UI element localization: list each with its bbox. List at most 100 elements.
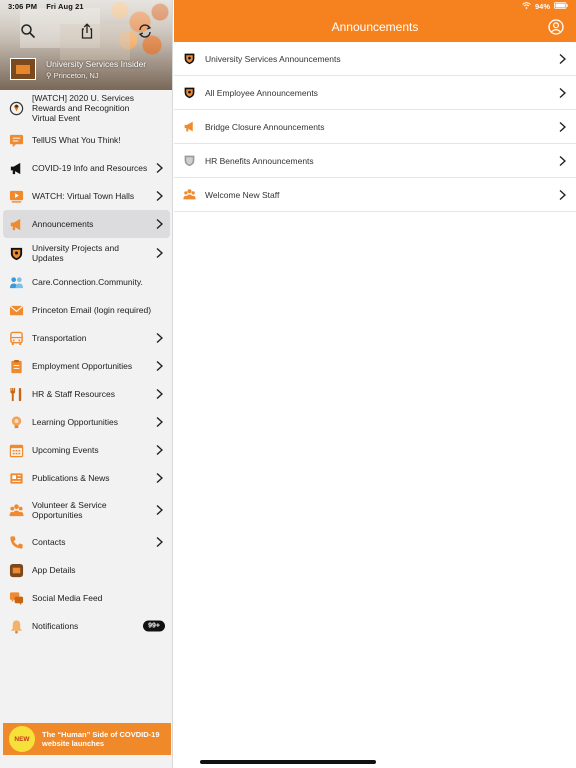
- sidebar-item-transportation[interactable]: Transportation: [0, 324, 172, 352]
- chevron-right-icon: [156, 444, 163, 456]
- chevron-right-icon: [156, 416, 163, 428]
- megaphone-icon: [8, 160, 24, 176]
- sidebar-item-social-feed[interactable]: Social Media Feed: [0, 584, 172, 612]
- list-item-bridge-closure[interactable]: Bridge Closure Announcements: [174, 110, 576, 144]
- account-icon[interactable]: [548, 19, 564, 35]
- sidebar-item-email[interactable]: Princeton Email (login required): [0, 296, 172, 324]
- sidebar-item-label: Care.Connection.Community.: [32, 277, 143, 287]
- sidebar-item-learning[interactable]: Learning Opportunities: [0, 408, 172, 436]
- new-badge: NEW: [9, 726, 35, 752]
- main-panel: 94% Announcements University Services An…: [174, 0, 576, 768]
- search-icon[interactable]: [20, 23, 36, 39]
- sidebar-item-covid[interactable]: COVID-19 Info and Resources: [0, 154, 172, 182]
- shield-icon: [182, 86, 196, 100]
- sidebar-item-label: App Details: [32, 565, 76, 575]
- app-name: University Services Insider: [46, 58, 147, 69]
- page-title: Announcements: [331, 20, 419, 34]
- sidebar-nav: [WATCH] 2020 U. Services Rewards and Rec…: [0, 90, 172, 640]
- chevron-right-icon: [559, 53, 566, 64]
- notification-count-badge: 99+: [143, 620, 165, 632]
- location-text: Princeton, NJ: [53, 70, 99, 80]
- sidebar-item-label: [WATCH] 2020 U. Services Rewards and Rec…: [32, 93, 135, 123]
- sidebar-item-label: Contacts: [32, 537, 66, 547]
- sidebar-item-employment[interactable]: Employment Opportunities: [0, 352, 172, 380]
- sidebar-item-label: Social Media Feed: [32, 593, 103, 603]
- group-icon: [182, 188, 196, 202]
- chevron-right-icon: [559, 121, 566, 132]
- share-icon[interactable]: [79, 23, 95, 39]
- tools-icon: [8, 386, 24, 402]
- social-icon: [8, 590, 24, 606]
- community-icon: [8, 274, 24, 290]
- sidebar-item-label: Announcements: [32, 219, 94, 229]
- list-item-label: All Employee Announcements: [205, 87, 318, 98]
- sidebar-item-care-connection[interactable]: Care.Connection.Community.: [0, 268, 172, 296]
- sidebar-item-town-halls[interactable]: WATCH: Virtual Town Halls: [0, 182, 172, 210]
- sidebar-item-app-details[interactable]: App Details: [0, 556, 172, 584]
- sidebar-item-hr-resources[interactable]: HR & Staff Resources: [0, 380, 172, 408]
- wifi-icon: [522, 2, 531, 11]
- list-item-label: Bridge Closure Announcements: [205, 121, 325, 132]
- sidebar-item-label: Transportation: [32, 333, 87, 343]
- sidebar-item-label: Princeton Email (login required): [32, 305, 152, 315]
- chat-icon: [8, 132, 24, 148]
- main-header: 94% Announcements: [174, 0, 576, 42]
- status-bar-right: 94%: [522, 2, 568, 11]
- sidebar-item-volunteer[interactable]: Volunteer & Service Opportunities: [0, 492, 172, 528]
- promo-banner[interactable]: NEW The “Human” Side of COVDID-19 websit…: [3, 723, 171, 755]
- sidebar-item-label: Notifications: [32, 621, 79, 631]
- sidebar-item-events[interactable]: Upcoming Events: [0, 436, 172, 464]
- sidebar-item-projects[interactable]: University Projects and Updates: [0, 238, 172, 268]
- chevron-right-icon: [156, 472, 163, 484]
- sidebar-item-label: TellUS What You Think!: [32, 135, 121, 145]
- phone-icon: [8, 534, 24, 550]
- app-location: ⚲ Princeton, NJ: [46, 70, 99, 80]
- newspaper-icon: [8, 470, 24, 486]
- status-date: Fri Aug 21: [46, 2, 84, 11]
- chevron-right-icon: [156, 332, 163, 344]
- chevron-right-icon: [156, 162, 163, 174]
- chevron-right-icon: [156, 190, 163, 202]
- chevron-right-icon: [156, 388, 163, 400]
- sidebar-item-label: University Projects and Updates: [32, 243, 119, 263]
- home-indicator[interactable]: [200, 760, 376, 764]
- sidebar-item-tellus[interactable]: TellUS What You Think!: [0, 126, 172, 154]
- sidebar-item-rewards-event[interactable]: [WATCH] 2020 U. Services Rewards and Rec…: [0, 90, 172, 126]
- sidebar-item-contacts[interactable]: Contacts: [0, 528, 172, 556]
- shield-icon: [182, 52, 196, 66]
- promo-text: The “Human” Side of COVDID-19 website la…: [42, 729, 160, 749]
- mail-icon: [8, 302, 24, 318]
- battery-percent: 94%: [534, 2, 550, 11]
- sidebar-item-publications[interactable]: Publications & News: [0, 464, 172, 492]
- bus-icon: [8, 330, 24, 346]
- status-time: 3:06 PM: [8, 2, 38, 11]
- sidebar-item-notifications[interactable]: Notifications 99+: [0, 612, 172, 640]
- sidebar-item-announcements[interactable]: Announcements: [3, 210, 170, 238]
- shield-icon: [8, 245, 24, 261]
- chevron-right-icon: [156, 536, 163, 548]
- video-icon: [8, 188, 24, 204]
- list-item-hr-benefits[interactable]: HR Benefits Announcements: [174, 144, 576, 178]
- list-item-label: HR Benefits Announcements: [205, 155, 314, 166]
- lightbulb-icon: [8, 414, 24, 430]
- sidebar-item-label: Publications & News: [32, 473, 110, 483]
- sidebar-item-label: Learning Opportunities: [32, 417, 119, 427]
- announcements-list: University Services Announcements All Em…: [174, 42, 576, 212]
- refresh-icon[interactable]: [137, 23, 153, 39]
- app-icon: [8, 562, 24, 578]
- sidebar-item-label: COVID-19 Info and Resources: [32, 163, 148, 173]
- app-logo: [10, 58, 36, 80]
- list-item-all-employee[interactable]: All Employee Announcements: [174, 76, 576, 110]
- clipboard-icon: [8, 358, 24, 374]
- chevron-right-icon: [156, 218, 163, 230]
- battery-icon: [554, 2, 568, 11]
- list-item-label: Welcome New Staff: [205, 189, 280, 200]
- list-item-welcome-staff[interactable]: Welcome New Staff: [174, 178, 576, 212]
- award-icon: [8, 100, 24, 116]
- chevron-right-icon: [559, 155, 566, 166]
- sidebar-item-label: Upcoming Events: [32, 445, 99, 455]
- sidebar-item-label: HR & Staff Resources: [32, 389, 115, 399]
- sidebar-item-label: Employment Opportunities: [32, 361, 133, 371]
- list-item-university-services[interactable]: University Services Announcements: [174, 42, 576, 76]
- chevron-right-icon: [156, 360, 163, 372]
